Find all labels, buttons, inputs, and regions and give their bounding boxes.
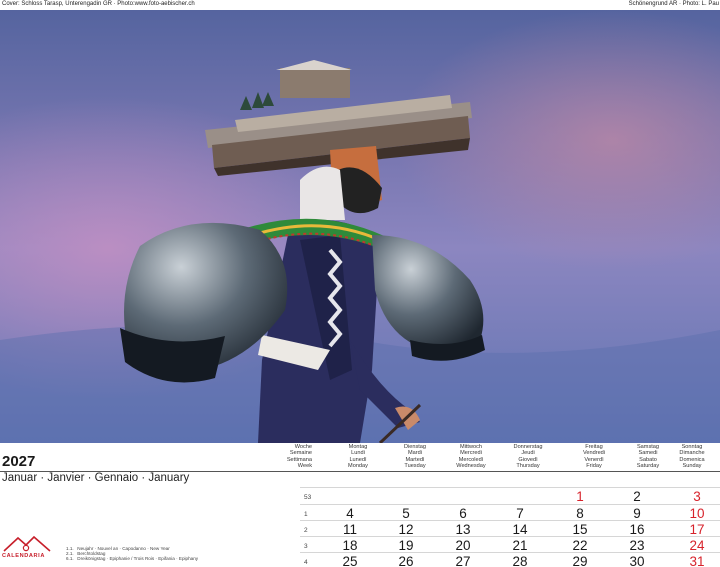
credit-right: Schönengrund AR · Photo: L. Pau <box>628 1 719 7</box>
day-cell: 30 <box>629 554 645 567</box>
week-number: 3 <box>304 543 308 550</box>
day-cell: 23 <box>629 538 645 553</box>
credit-left: Cover: Schloss Tarasp, Unterengadin GR ·… <box>2 1 195 7</box>
week-header: Woche Semaine Settimana Week <box>286 444 312 470</box>
day-cell: 24 <box>689 538 705 553</box>
week-number: 4 <box>304 559 308 566</box>
photo-credits: Cover: Schloss Tarasp, Unterengadin GR ·… <box>0 0 720 10</box>
day-cell: 6 <box>459 506 467 521</box>
calendaria-logo: CALENDARIA <box>2 533 62 565</box>
day-cell: 7 <box>516 506 524 521</box>
day-cell: 12 <box>398 522 414 537</box>
day-cell: 27 <box>455 554 471 567</box>
day-header-wednesday: Mittwoch Mercredi Mercoledì Wednesday <box>456 444 486 470</box>
cover-photo <box>0 10 720 443</box>
week-number: 2 <box>304 527 308 534</box>
week-row: 53 1 2 3 <box>300 488 720 505</box>
day-header-friday: Freitag Vendredi Venerdì Friday <box>582 444 606 470</box>
holiday-list: 1.1. Neujahr · Nouvel an · Capodanno · N… <box>66 546 198 562</box>
day-cell: 28 <box>512 554 528 567</box>
day-cell: 1 <box>576 489 584 504</box>
day-cell: 4 <box>346 506 354 521</box>
day-cell: 22 <box>572 538 588 553</box>
day-cell: 13 <box>455 522 471 537</box>
day-cell: 21 <box>512 538 528 553</box>
mountain-logo-icon <box>3 535 51 552</box>
day-cell: 8 <box>576 506 584 521</box>
day-cell: 15 <box>572 522 588 537</box>
day-cell: 31 <box>689 554 705 567</box>
week-number: 1 <box>304 511 308 518</box>
day-cell: 16 <box>629 522 645 537</box>
day-cell: 17 <box>689 522 705 537</box>
calendar-year: 2027 <box>2 453 36 470</box>
week-number: 53 <box>304 494 312 501</box>
day-header-tuesday: Dienstag Mardi Martedì Tuesday <box>403 444 427 470</box>
day-cell: 20 <box>455 538 471 553</box>
day-header-sunday: Sonntag Dimanche Domenica Sunday <box>679 444 705 470</box>
day-cell: 2 <box>633 489 641 504</box>
week-row: 4 25 26 27 28 29 30 31 <box>300 553 720 567</box>
day-cell: 9 <box>633 506 641 521</box>
day-cell: 25 <box>342 554 358 567</box>
day-header-monday: Montag Lundi Lunedì Monday <box>348 444 368 470</box>
day-cell: 11 <box>342 522 357 537</box>
logo-brand: CALENDARIA <box>2 553 45 559</box>
calendar-month: Januar · Janvier · Gennaio · January <box>2 472 190 484</box>
day-cell: 14 <box>512 522 528 537</box>
day-cell: 26 <box>398 554 414 567</box>
day-header-thursday: Donnerstag Jeudi Giovedì Thursday <box>513 444 543 470</box>
day-cell: 29 <box>572 554 588 567</box>
day-cell: 19 <box>398 538 414 553</box>
day-cell: 10 <box>689 506 705 521</box>
day-cell: 3 <box>693 489 701 504</box>
holiday-item: 6.1. Dreikönigstag · Epiphanie / Trois R… <box>66 556 199 562</box>
day-cell: 5 <box>402 506 410 521</box>
day-cell: 18 <box>342 538 358 553</box>
